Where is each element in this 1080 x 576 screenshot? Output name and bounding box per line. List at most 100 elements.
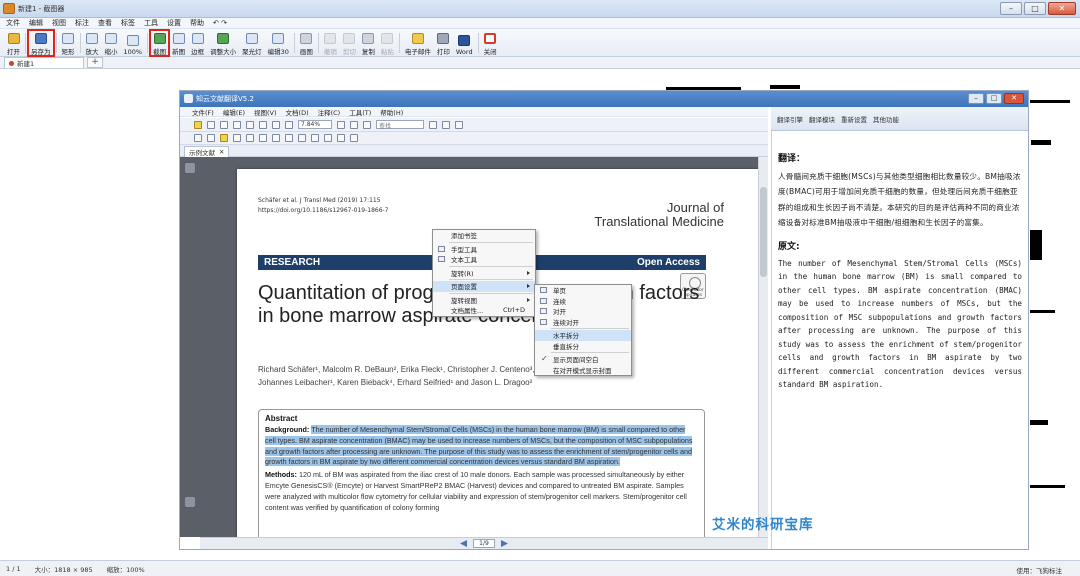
panel-tab-engine[interactable]: 翻译引擎 xyxy=(777,114,803,124)
inner-menu-tools[interactable]: 工具(T) xyxy=(349,107,371,117)
panel-tab-reset[interactable]: 重新设置 xyxy=(841,114,867,124)
folder-icon[interactable] xyxy=(194,120,202,129)
select-icon[interactable] xyxy=(363,120,371,129)
panel-tab-module[interactable]: 翻译模块 xyxy=(809,114,835,124)
menu-view[interactable]: 视图 xyxy=(52,18,66,28)
inner-menu-edit[interactable]: 编辑(E) xyxy=(223,107,245,117)
new-image-button[interactable]: 新图 xyxy=(169,30,188,56)
minimize-button[interactable]: – xyxy=(1000,2,1022,15)
menu-edit[interactable]: 编辑 xyxy=(29,18,43,28)
zoom-out-button[interactable]: 缩小 xyxy=(102,30,121,56)
fit-page-icon[interactable] xyxy=(272,120,280,129)
inner-menu-file[interactable]: 文件(F) xyxy=(192,107,214,117)
print-icon[interactable] xyxy=(220,120,228,129)
maximize-button[interactable]: □ xyxy=(1024,2,1046,15)
menu-look[interactable]: 查看 xyxy=(98,18,112,28)
hand-icon[interactable] xyxy=(233,120,241,129)
inner-menu-view[interactable]: 视图(V) xyxy=(254,107,277,117)
paint-button[interactable]: 画图 xyxy=(297,30,316,56)
cut-button[interactable]: 剪切 xyxy=(340,30,359,56)
inner-close-button[interactable]: ✕ xyxy=(1004,93,1024,104)
selected-text[interactable]: The number of Mesenchymal Stem/Stromal C… xyxy=(265,425,693,467)
pencil-icon[interactable] xyxy=(259,134,267,142)
menu-show-gaps[interactable]: ✓ 显示页面间空白 xyxy=(535,354,631,365)
menu-annotate[interactable]: 标注 xyxy=(75,18,89,28)
document-scrollbar[interactable] xyxy=(758,157,768,537)
resize-button[interactable]: 调整大小 xyxy=(207,30,239,56)
rectangle-icon[interactable] xyxy=(285,134,293,142)
highlight-icon[interactable] xyxy=(220,134,228,142)
edit-button[interactable]: 编辑30 xyxy=(265,30,292,56)
page-number-field[interactable]: 1/9 xyxy=(473,539,495,548)
menu-single-page[interactable]: 单页 xyxy=(535,285,631,296)
menu-help[interactable]: 帮助 xyxy=(190,18,204,28)
translation-text[interactable]: 人骨髓间充质干细胞(MSCs)与其他类型细胞相比数量较少。BM抽吸浓度(BMAC… xyxy=(778,169,1022,231)
inner-minimize-button[interactable]: – xyxy=(968,93,984,104)
polygon-icon[interactable] xyxy=(311,134,319,142)
zoom-level-field[interactable]: 7.84% xyxy=(298,120,332,129)
word-button[interactable]: Word xyxy=(453,30,476,56)
menu-document-properties[interactable]: 文档属性... Ctrl+D xyxy=(433,305,535,316)
save-as-button[interactable]: 另存为 xyxy=(27,29,55,57)
fit-width-icon[interactable] xyxy=(285,120,293,129)
find-input[interactable]: 查找 xyxy=(376,120,424,130)
next-page-icon[interactable] xyxy=(501,540,508,547)
ellipse-icon[interactable] xyxy=(298,134,306,142)
inner-menu-help[interactable]: 帮助(H) xyxy=(380,107,403,117)
inner-menu-comment[interactable]: 注释(C) xyxy=(318,107,341,117)
screenshot-button[interactable]: 截图 xyxy=(149,29,171,57)
options-icon[interactable] xyxy=(455,120,463,129)
open-button[interactable]: 打开 xyxy=(4,30,23,56)
stamp-icon[interactable] xyxy=(324,134,332,142)
menu-continuous-facing[interactable]: 连续对开 xyxy=(535,317,631,328)
border-button[interactable]: 边框 xyxy=(188,30,207,56)
scrollbar-thumb[interactable] xyxy=(760,187,767,277)
menu-tags[interactable]: 标签 xyxy=(121,18,135,28)
panel-tab-other[interactable]: 其他功能 xyxy=(873,114,899,124)
undo-redo-icons[interactable]: ↶ ↷ xyxy=(213,19,227,27)
menu-settings[interactable]: 设置 xyxy=(167,18,181,28)
menu-page-setup[interactable]: 页面设置 xyxy=(433,281,535,292)
prev-page-icon[interactable] xyxy=(460,540,467,547)
close-window-button[interactable]: ✕ xyxy=(1048,2,1076,15)
zoom-in-button[interactable]: 放大 xyxy=(83,30,102,56)
comment-icon[interactable] xyxy=(194,134,202,142)
snapshot-icon[interactable] xyxy=(350,120,358,129)
link-icon[interactable] xyxy=(337,134,345,142)
thumbnail-panel-icon[interactable] xyxy=(185,497,195,507)
undo-button[interactable]: 撤销 xyxy=(321,30,340,56)
menu-split-horizontal[interactable]: 水平拆分 xyxy=(535,330,631,341)
menu-facing[interactable]: 对开 xyxy=(535,306,631,317)
menu-text-tool[interactable]: 文本工具 xyxy=(433,254,535,265)
menu-continuous[interactable]: 连续 xyxy=(535,296,631,307)
text-box-icon[interactable] xyxy=(207,134,215,142)
attach-icon[interactable] xyxy=(350,134,358,142)
strikeout-icon[interactable] xyxy=(246,134,254,142)
bookmark-panel-icon[interactable] xyxy=(185,163,195,173)
tab-new1[interactable]: 新建1 xyxy=(4,57,84,68)
find-prev-icon[interactable] xyxy=(429,120,437,129)
spotlight-button[interactable]: 聚光灯 xyxy=(239,30,265,56)
menu-split-vertical[interactable]: 垂直拆分 xyxy=(535,341,631,352)
abstract-background[interactable]: Background: The number of Mesenchymal St… xyxy=(265,425,698,468)
email-button[interactable]: 电子邮件 xyxy=(402,30,434,56)
underline-icon[interactable] xyxy=(233,134,241,142)
line-icon[interactable] xyxy=(272,134,280,142)
menu-hand-tool[interactable]: 手型工具 xyxy=(433,244,535,255)
copy-button[interactable]: 复制 xyxy=(359,30,378,56)
print-button[interactable]: 打印 xyxy=(434,30,453,56)
menu-add-bookmark[interactable]: 添加书签 xyxy=(433,230,535,241)
pan-icon[interactable] xyxy=(337,120,345,129)
close-button[interactable]: 关闭 xyxy=(481,30,500,56)
find-next-icon[interactable] xyxy=(442,120,450,129)
menu-rotate[interactable]: 旋转(R) xyxy=(433,268,535,279)
text-select-icon[interactable] xyxy=(246,120,254,129)
menu-file[interactable]: 文件 xyxy=(6,18,20,28)
original-text[interactable]: The number of Mesenchymal Stem/Stromal C… xyxy=(778,257,1022,392)
inner-menu-document[interactable]: 文档(D) xyxy=(286,107,309,117)
inner-maximize-button[interactable]: □ xyxy=(986,93,1002,104)
tab-close-icon[interactable]: ✕ xyxy=(219,148,224,156)
paste-button[interactable]: 粘贴 xyxy=(378,30,397,56)
add-tab-button[interactable]: + xyxy=(87,57,103,68)
zoom-100-button[interactable]: 100% xyxy=(121,30,146,56)
